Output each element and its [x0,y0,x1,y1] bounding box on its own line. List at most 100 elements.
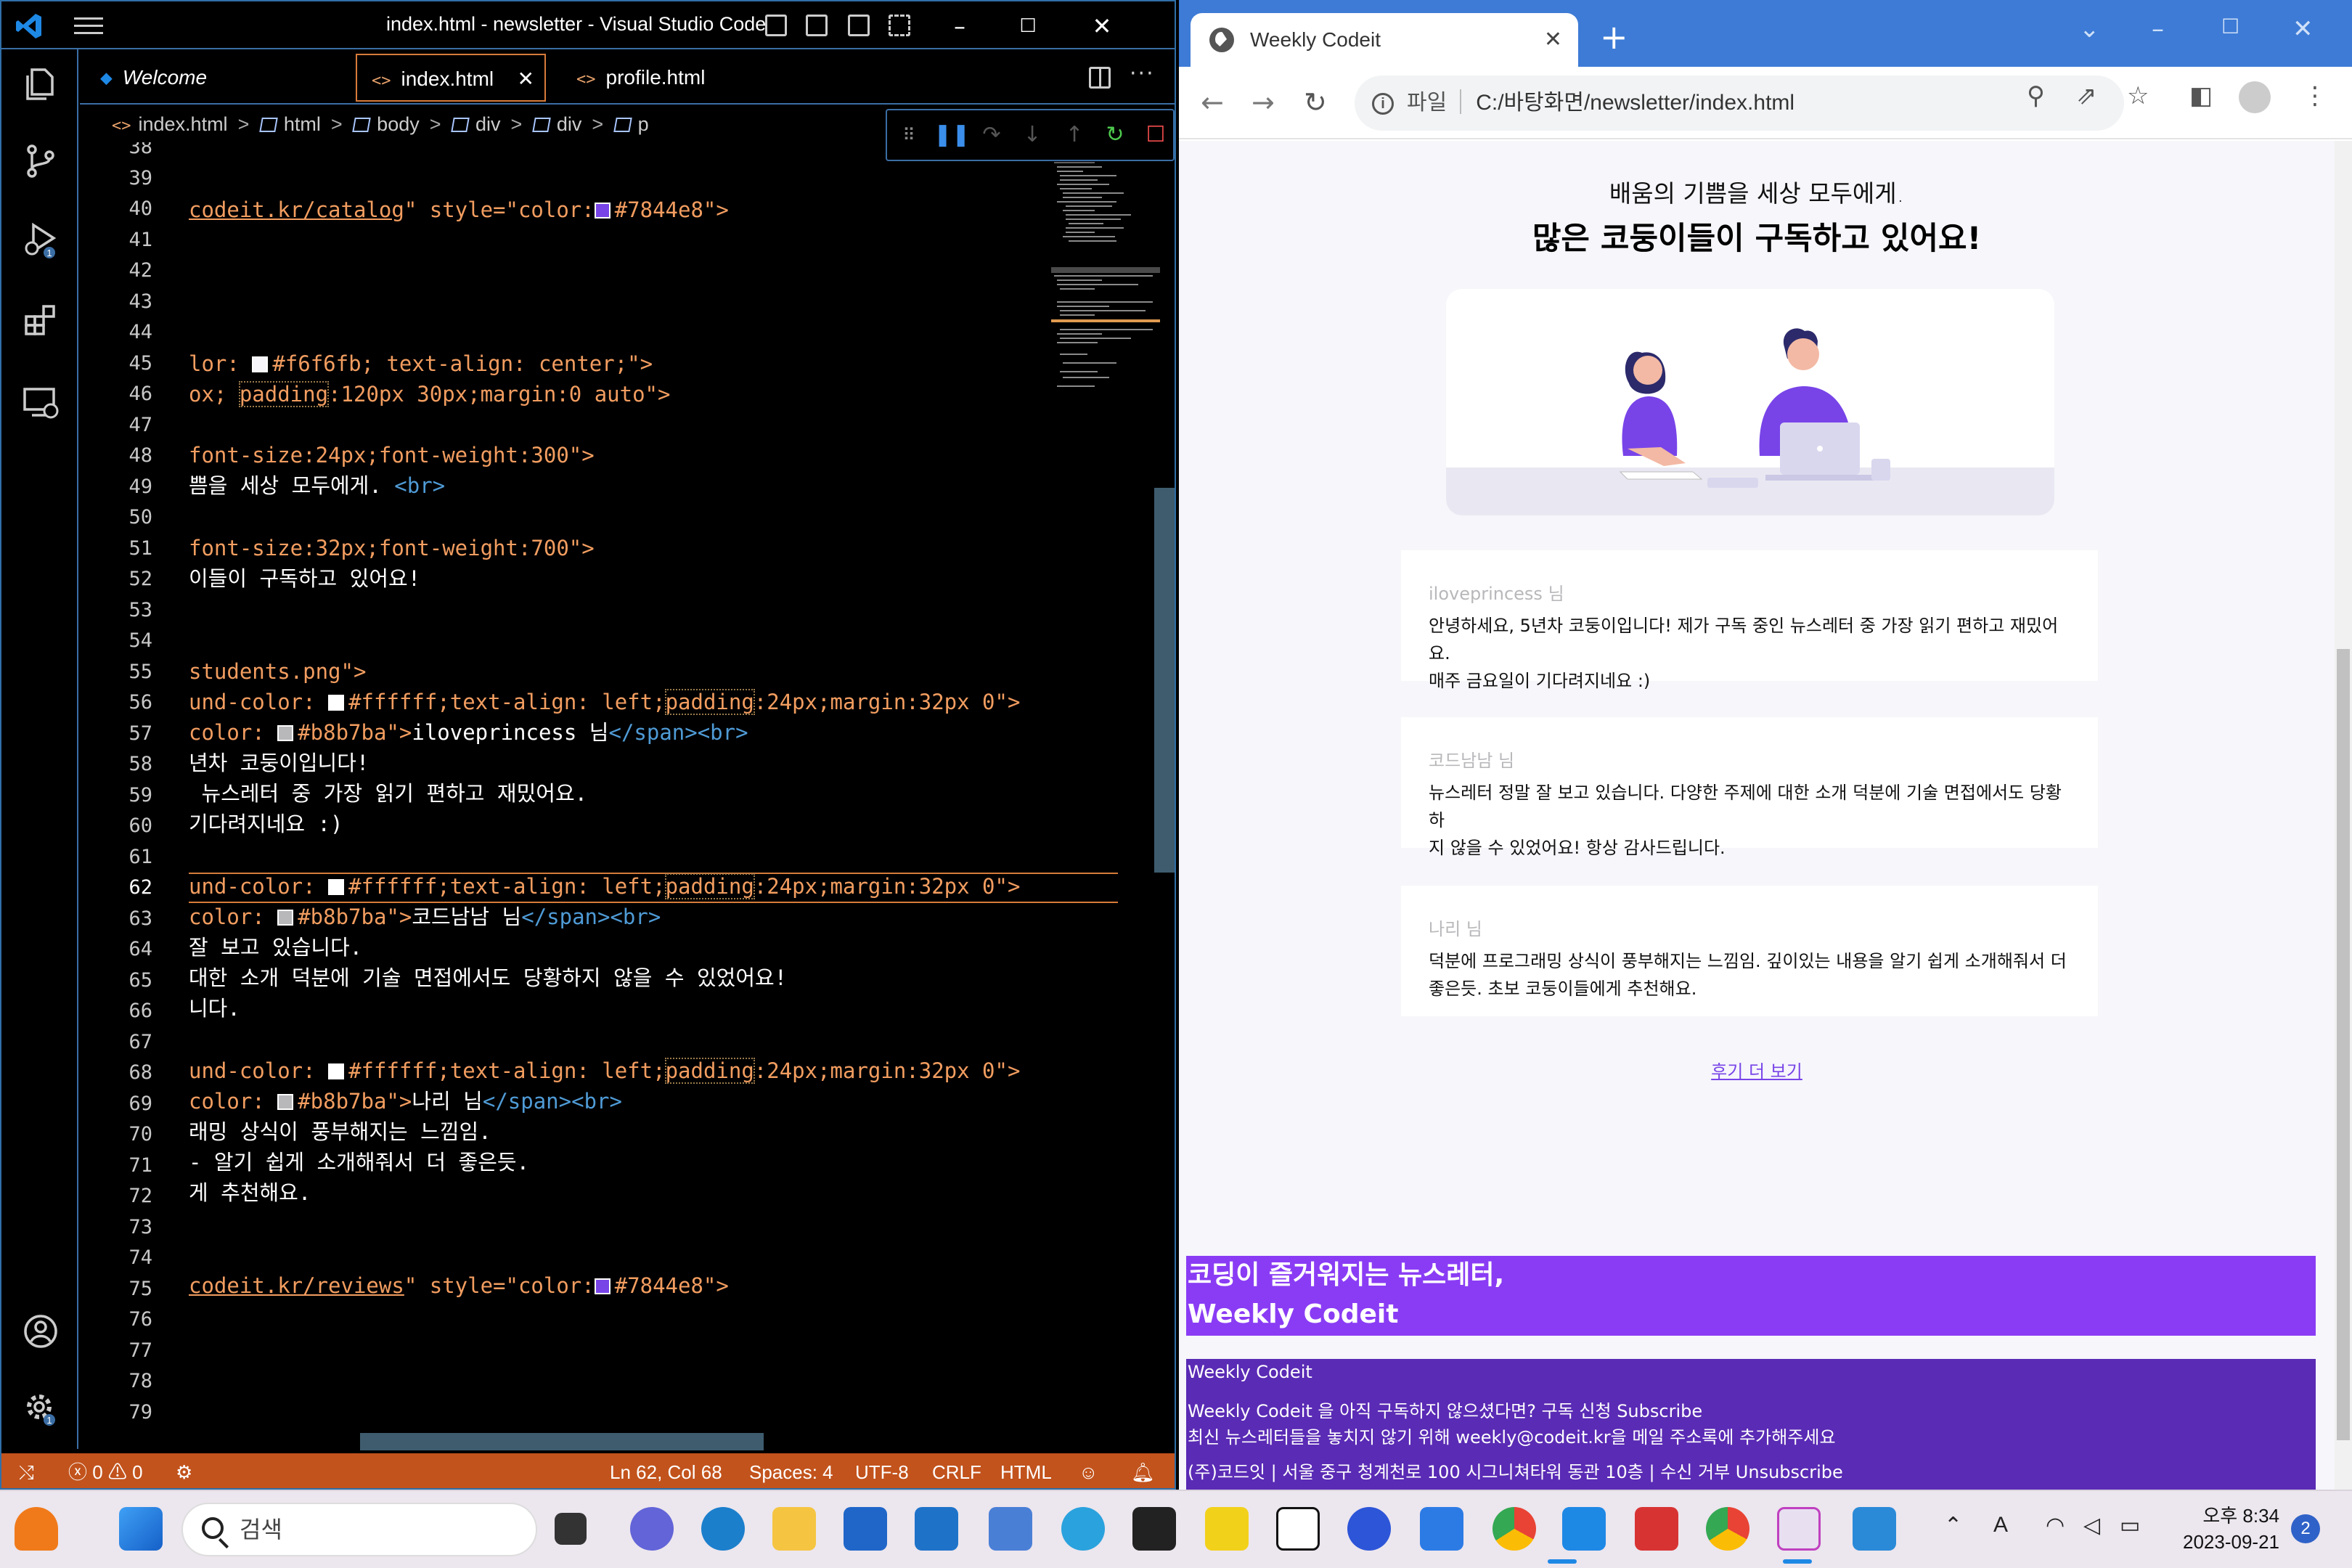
remote-indicator-icon[interactable]: ⤭ [19,1453,34,1488]
restart-icon[interactable]: ↻ [1101,121,1130,150]
maximize-icon[interactable]: ☐ [2221,15,2239,38]
clock[interactable]: 오후 8:34 2023-09-21 [2163,1503,2279,1555]
tray-chevron-icon[interactable]: ⌃ [1944,1513,1962,1538]
snipping-tool-icon[interactable] [1777,1507,1821,1551]
line-ending[interactable]: CRLF [932,1453,981,1488]
breadcrumb-item[interactable]: index.html [139,113,228,135]
indentation[interactable]: Spaces: 4 [749,1453,833,1488]
color-swatch-icon[interactable] [328,1063,345,1079]
language-mode[interactable]: HTML [1000,1453,1052,1488]
debug-status-icon[interactable]: ⚙ [176,1453,192,1488]
tab-search-chevron-icon[interactable]: ⌄ [2079,15,2100,44]
zoom-icon[interactable]: ⚲ [2027,81,2045,110]
tab-close-icon[interactable]: ✕ [518,55,534,103]
chat-icon[interactable] [630,1507,674,1551]
source-control-icon[interactable] [22,142,60,180]
encoding[interactable]: UTF-8 [855,1453,909,1488]
app-icon[interactable] [1132,1507,1176,1551]
site-info-icon[interactable]: i [1372,93,1394,115]
vscode-taskbar-icon[interactable] [1562,1507,1606,1551]
maximize-icon[interactable]: ☐ [1013,12,1042,41]
run-debug-icon[interactable]: 1 [22,221,60,258]
tab-index-html[interactable]: <> index.html ✕ [356,54,546,102]
settings-gear-icon[interactable]: 1 [22,1389,60,1427]
breadcrumb-item[interactable]: div [557,113,582,135]
vertical-scrollbar[interactable] [1154,488,1175,873]
more-actions-icon[interactable]: ··· [1130,61,1155,86]
remote-explorer-icon[interactable] [22,383,60,421]
notepad-icon[interactable] [989,1507,1032,1551]
color-swatch-icon[interactable] [277,910,294,926]
battery-icon[interactable]: ▭ [2120,1513,2140,1538]
start-windows-icon[interactable] [119,1507,163,1551]
problems-indicator[interactable]: ⓧ 0 ⚠ 0 [68,1453,143,1488]
tab-profile-html[interactable]: <> profile.html [559,54,748,102]
color-swatch-icon[interactable] [594,203,611,219]
drag-handle-icon[interactable]: ⠿ [894,121,923,150]
explorer-icon[interactable] [22,65,60,103]
edge-icon[interactable] [701,1507,745,1551]
address-bar[interactable]: i 파일 C:/바탕화면/newsletter/index.html [1355,75,2124,131]
forward-icon[interactable]: → [1251,84,1275,121]
reload-icon[interactable]: ↻ [1304,84,1327,121]
footer-subscribe-line[interactable]: Weekly Codeit 을 아직 구독하지 않으셨다면? 구독 신청 Sub… [1188,1398,2316,1424]
file-explorer-icon[interactable] [772,1507,816,1551]
color-swatch-icon[interactable] [594,1278,611,1294]
color-swatch-icon[interactable] [277,1094,294,1110]
chrome-profile-icon[interactable] [1493,1507,1536,1551]
step-into-icon[interactable]: ↓ [1018,121,1047,150]
app-icon[interactable] [1420,1507,1463,1551]
color-swatch-icon[interactable] [328,879,345,895]
tab-welcome[interactable]: ◆ Welcome [94,54,348,102]
taskbar-search-input[interactable]: 검색 [181,1503,537,1556]
feedback-icon[interactable]: ☺ [1079,1453,1098,1488]
store-icon[interactable] [844,1507,887,1551]
app-icon[interactable] [1635,1507,1678,1551]
color-swatch-icon[interactable] [277,725,294,741]
extensions-icon[interactable] [22,301,60,338]
task-view-icon[interactable] [555,1513,587,1545]
step-over-icon[interactable]: ↷ [977,121,1006,150]
scrollbar-thumb[interactable] [2337,649,2350,1440]
color-swatch-icon[interactable] [328,695,345,711]
mail-icon[interactable] [915,1507,958,1551]
close-icon[interactable]: ✕ [1087,12,1116,41]
code-editor[interactable]: 38 39 40 41 42 43 44 45 46 47 48 49 50 51 52 53 54 55 56 57… [80,142,1154,1449]
photos-icon[interactable] [1853,1507,1896,1551]
stop-icon[interactable]: ☐ [1141,121,1170,150]
customize-layout-icon[interactable] [889,15,910,36]
widgets-icon[interactable] [15,1507,58,1551]
minimap[interactable] [1051,160,1160,436]
step-out-icon[interactable]: ↑ [1060,121,1089,150]
more-reviews-link[interactable]: 후기 더 보기 [1179,1057,2335,1082]
breadcrumb-item[interactable]: body [377,113,420,135]
input-method-indicator[interactable]: A [1993,1513,2008,1538]
toggle-sidebar-icon[interactable] [765,15,787,36]
breadcrumb-item[interactable]: p [638,113,649,135]
app-icon[interactable] [1347,1507,1391,1551]
minimize-icon[interactable]: – [2152,15,2164,44]
breadcrumb-item[interactable]: div [475,113,501,135]
breadcrumb-item[interactable]: html [284,113,321,135]
new-tab-icon[interactable]: + [1600,19,1628,55]
tab-close-icon[interactable]: ✕ [1544,13,1562,67]
menu-icon[interactable] [74,17,103,35]
horizontal-scrollbar[interactable] [360,1433,764,1450]
notifications-bell-icon[interactable]: 🔔︎ [1131,1453,1155,1488]
toggle-panel-icon[interactable] [806,15,828,36]
cursor-position[interactable]: Ln 62, Col 68 [610,1453,722,1488]
accounts-icon[interactable] [22,1312,60,1350]
split-editor-icon[interactable] [1089,67,1111,89]
back-icon[interactable]: ← [1201,84,1224,121]
sticky-notes-icon[interactable] [1205,1507,1249,1551]
share-icon[interactable]: ⇗ [2076,81,2097,110]
toggle-secondary-sidebar-icon[interactable] [848,15,870,36]
notion-icon[interactable] [1276,1507,1320,1551]
footer-company-line[interactable]: (주)코드잇 | 서울 중구 청계천로 100 시그니쳐타워 동관 10층 | … [1188,1459,2316,1485]
telegram-icon[interactable] [1061,1507,1105,1551]
color-swatch-icon[interactable] [252,356,269,372]
close-icon[interactable]: ✕ [2292,15,2314,44]
page-scrollbar[interactable] [2335,141,2352,1490]
chrome-icon[interactable] [1706,1507,1749,1551]
chrome-menu-icon[interactable]: ⋮ [2303,81,2327,110]
